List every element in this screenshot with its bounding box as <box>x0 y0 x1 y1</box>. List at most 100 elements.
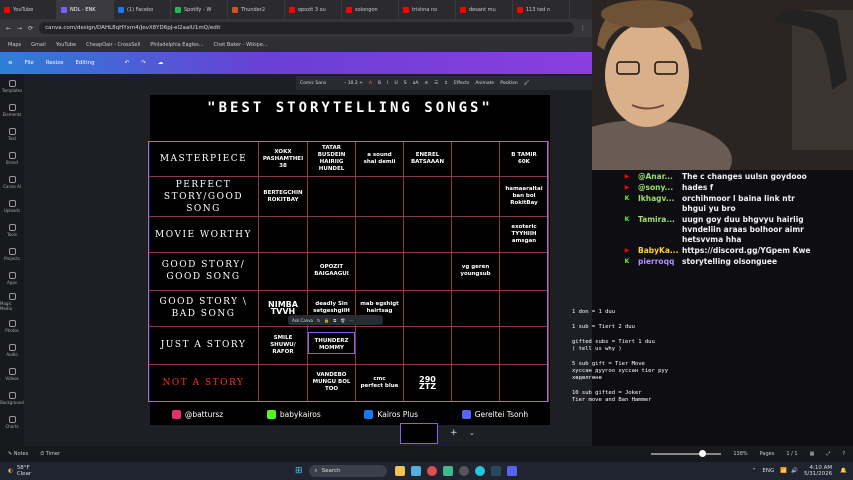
tier-cell[interactable] <box>499 289 549 328</box>
tier-cell[interactable]: SMILE SHUWU/ RAFOR <box>258 326 308 365</box>
tier-cell[interactable]: a sound shai demii <box>355 140 404 178</box>
tier-cell[interactable] <box>451 215 500 254</box>
weather-widget[interactable]: ◐ 58°F Clear <box>0 465 120 477</box>
rail-item[interactable]: Elements <box>0 98 24 122</box>
rail-item[interactable]: Magic Media <box>0 290 24 314</box>
tier-cell[interactable]: cmc perfect blue <box>355 363 404 403</box>
rail-item[interactable]: Audio <box>0 338 24 362</box>
rail-item[interactable]: Uploads <box>0 194 24 218</box>
spacing-icon[interactable]: ↕ <box>444 81 448 86</box>
social-link[interactable]: @battursz <box>171 409 223 419</box>
page-thumbnail[interactable] <box>400 423 438 444</box>
redo-icon[interactable]: ↷ <box>141 60 146 66</box>
tier-cell[interactable]: VANDEBO MUNGU BOL TOO <box>307 363 356 403</box>
selected-text-box[interactable] <box>308 332 355 354</box>
browser-tab[interactable]: desant mu <box>456 0 513 19</box>
undo-icon[interactable]: ↶ <box>125 60 130 66</box>
delete-icon[interactable]: 🗑 <box>340 318 345 323</box>
wifi-icon[interactable]: 📶 <box>780 468 787 474</box>
position-button[interactable]: Position <box>500 81 518 86</box>
extensions-icon[interactable]: ⋮ <box>580 25 586 32</box>
menu-icon[interactable]: ≡ <box>8 60 13 66</box>
tier-cell[interactable] <box>307 176 356 217</box>
paint-icon[interactable]: 🖌 <box>524 81 530 86</box>
bookmark-item[interactable]: CheapOair - CrossSell <box>86 42 140 48</box>
pages-button[interactable]: Pages <box>760 451 775 457</box>
rail-item[interactable]: Templates <box>0 74 24 98</box>
taskbar-search[interactable]: ⌕ Search <box>308 465 387 477</box>
rail-item[interactable]: Charts <box>0 410 24 434</box>
chevron-down-icon[interactable]: ⌄ <box>469 429 475 437</box>
ask-canva-button[interactable]: Ask Canva <box>292 318 313 323</box>
rail-item[interactable]: Background <box>0 386 24 410</box>
tier-cell[interactable] <box>403 252 452 291</box>
add-page-icon[interactable]: + <box>450 428 458 438</box>
strikethrough-icon[interactable]: S <box>404 81 407 86</box>
tier-cell[interactable]: ENEREL BATSAAAN <box>403 140 452 178</box>
canva-icon[interactable] <box>474 466 485 476</box>
bookmark-item[interactable]: Philadelphia Eagles... <box>150 42 203 48</box>
tier-cell[interactable]: XOKX PASHAMTHEI 38 <box>258 140 308 178</box>
rail-item[interactable]: Text <box>0 122 24 146</box>
align-icon[interactable]: ≡ <box>424 81 428 86</box>
browser-tab[interactable]: NDL - ENK <box>57 0 114 19</box>
list-icon[interactable]: ☰ <box>434 81 438 86</box>
url-field[interactable]: canva.com/design/DAHL8qHYxm4/JevX8YD6pJ-… <box>39 22 574 34</box>
bookmark-item[interactable]: YouTube <box>56 42 76 48</box>
rail-item[interactable]: Tools <box>0 218 24 242</box>
italic-icon[interactable]: I <box>387 81 388 86</box>
chrome-icon[interactable] <box>426 466 437 476</box>
tier-cell[interactable]: exoteric TYYHIIH amsgan <box>499 215 549 254</box>
tier-cell[interactable] <box>403 176 452 217</box>
bookmark-item[interactable]: Gmail <box>31 42 46 48</box>
bookmark-item[interactable]: Chet Baker - Wikipe... <box>214 42 268 48</box>
tier-cell[interactable]: B TAMIR 60K <box>499 140 549 178</box>
tier-cell[interactable] <box>355 176 404 217</box>
social-link[interactable]: babykairos <box>266 409 321 419</box>
tier-label[interactable]: GOOD STORY/ GOOD SONG <box>148 252 259 291</box>
tier-cell[interactable] <box>307 215 356 254</box>
tier-cell[interactable] <box>499 363 549 403</box>
font-size-input[interactable]: – 10.2 + <box>344 81 363 86</box>
case-icon[interactable]: aA <box>413 81 419 86</box>
tier-cell[interactable] <box>499 252 549 291</box>
obs-icon[interactable] <box>458 466 469 476</box>
browser-tab[interactable]: trishna no <box>399 0 456 19</box>
tray-chevron-icon[interactable]: ⌃ <box>752 468 757 474</box>
tier-label[interactable]: JUST A STORY <box>148 326 259 365</box>
notification-icon[interactable]: 🔔 <box>840 468 847 474</box>
volume-icon[interactable]: 🔊 <box>791 468 798 474</box>
tier-label[interactable]: PERFECT STORY/GOOD SONG <box>148 176 259 217</box>
rail-item[interactable]: Apps <box>0 266 24 290</box>
tier-cell[interactable] <box>355 252 404 291</box>
tier-cell[interactable] <box>451 289 500 328</box>
tier-cell[interactable]: vg geren youngsub <box>451 252 500 291</box>
tier-cell[interactable] <box>258 252 308 291</box>
file-menu[interactable]: File <box>25 60 34 66</box>
rail-item[interactable]: Canva AI <box>0 170 24 194</box>
social-link[interactable]: Kairos Plus <box>364 409 418 419</box>
timer-button[interactable]: ⏱ Timer <box>40 451 60 457</box>
tier-cell[interactable] <box>258 363 308 403</box>
grid-view-icon[interactable]: ▦ <box>810 451 815 457</box>
rail-item[interactable]: Brand <box>0 146 24 170</box>
steam-icon[interactable] <box>490 466 501 476</box>
discord-icon[interactable] <box>506 466 517 476</box>
clock[interactable]: 4:10 AM 5/31/2026 <box>804 465 832 477</box>
underline-icon[interactable]: U <box>394 81 397 86</box>
rail-item[interactable]: Videos <box>0 362 24 386</box>
notes-button[interactable]: ✎ Notes <box>8 451 28 457</box>
tier-cell[interactable] <box>403 215 452 254</box>
file-explorer-icon[interactable] <box>394 466 405 476</box>
tier-cell[interactable] <box>451 140 500 178</box>
lock-icon[interactable]: 🔒 <box>324 318 329 323</box>
help-icon[interactable]: ? <box>842 451 845 457</box>
app-icon[interactable] <box>442 466 453 476</box>
browser-tab[interactable]: Thunder2 <box>228 0 285 19</box>
reload-icon[interactable]: ⟳ <box>28 25 33 32</box>
editing-menu[interactable]: Editing <box>75 60 94 66</box>
bookmark-item[interactable]: Maps <box>8 42 21 48</box>
bold-icon[interactable]: B <box>378 81 381 86</box>
browser-tab[interactable]: solongon <box>342 0 399 19</box>
animate-button[interactable]: Animate <box>475 81 494 86</box>
